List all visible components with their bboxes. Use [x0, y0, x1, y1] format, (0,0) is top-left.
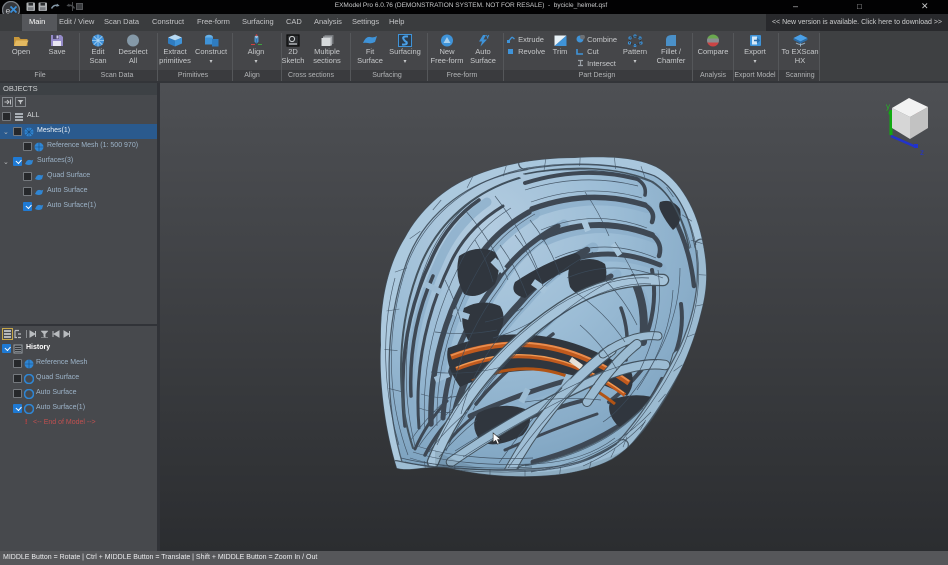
svg-text:y: y	[886, 102, 890, 111]
svg-text:z: z	[920, 148, 924, 157]
